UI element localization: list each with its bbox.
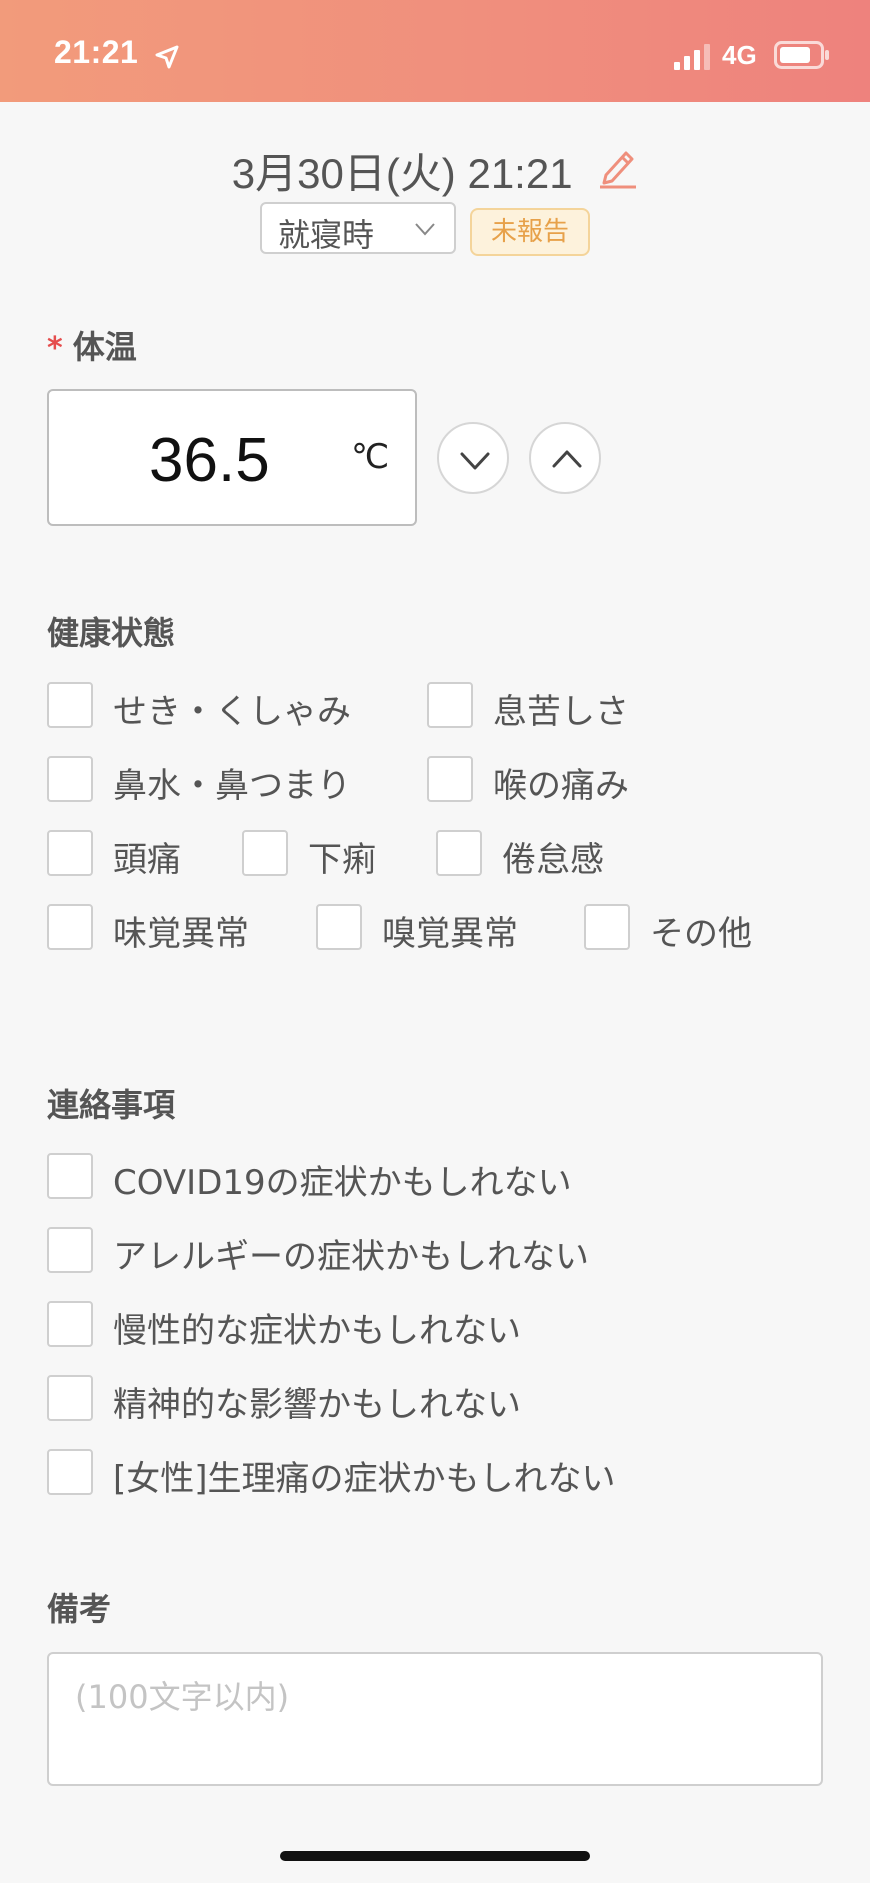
notes-section-title: 備考 [47,1590,112,1628]
home-indicator [280,1851,590,1861]
checkbox[interactable] [47,1375,93,1421]
checkbox-label: 鼻水・鼻つまり [113,766,351,806]
checkbox-label: 嗅覚異常 [382,914,518,954]
required-mark: * [47,331,63,366]
checkbox[interactable] [427,756,473,802]
timing-select-value: 就寝時 [278,216,375,254]
date-row: 3月30日(火) 21:21 [0,140,870,200]
checkbox-label: アレルギーの症状かもしれない [113,1237,589,1277]
status-bar: 21:21 4G [0,0,870,102]
battery-icon [774,41,829,69]
temperature-title: 体温 [72,328,137,366]
chevron-up-icon [552,450,582,468]
checkbox-label: 慢性的な症状かもしれない [113,1311,521,1351]
record-datetime: 3月30日(火) 21:21 [231,150,573,197]
contact-section-title: 連絡事項 [47,1086,176,1124]
checkbox-label: 倦怠感 [502,840,604,880]
temperature-value: 36.5 [149,426,270,495]
timing-select[interactable]: 就寝時 [260,202,456,254]
chevron-down-icon [415,223,435,236]
checkbox[interactable] [47,830,93,876]
status-time: 21:21 [54,34,139,70]
checkbox[interactable] [436,830,482,876]
checkbox-label: COVID19の症状かもしれない [113,1163,572,1203]
checkbox[interactable] [427,682,473,728]
increase-temperature-button[interactable] [529,422,601,494]
location-arrow-icon [155,45,179,69]
notes-box [47,1652,823,1786]
checkbox[interactable] [47,1153,93,1199]
temperature-unit: ℃ [351,437,390,477]
checkbox[interactable] [47,1449,93,1495]
checkbox-label: 味覚異常 [113,914,249,954]
checkbox[interactable] [47,904,93,950]
edit-pencil-icon[interactable] [598,145,638,189]
checkbox-label: 精神的な影響かもしれない [113,1385,521,1425]
checkbox-label: その他 [650,914,752,954]
checkbox[interactable] [47,682,93,728]
checkbox-label: 喉の痛み [493,766,629,806]
checkbox-label: 息苦しさ [493,692,629,732]
checkbox[interactable] [316,904,362,950]
chevron-down-icon [460,452,490,470]
checkbox[interactable] [242,830,288,876]
checkbox-label: 下痢 [308,840,376,880]
checkbox[interactable] [47,756,93,802]
report-status-badge: 未報告 [470,208,590,256]
checkbox[interactable] [47,1227,93,1273]
cellular-signal-icon [674,44,710,70]
health-section-title: 健康状態 [47,614,176,652]
checkbox[interactable] [584,904,630,950]
checkbox[interactable] [47,1301,93,1347]
decrease-temperature-button[interactable] [437,422,509,494]
checkbox-label: [女性]生理痛の症状かもしれない [113,1459,616,1499]
notes-input[interactable] [49,1654,821,1784]
checkbox-label: せき・くしゃみ [113,692,351,732]
checkbox-label: 頭痛 [113,840,181,880]
network-type-label: 4G [722,40,757,70]
temperature-input[interactable]: 36.5 ℃ [47,389,417,526]
temperature-section-title: * 体温 [47,322,137,368]
